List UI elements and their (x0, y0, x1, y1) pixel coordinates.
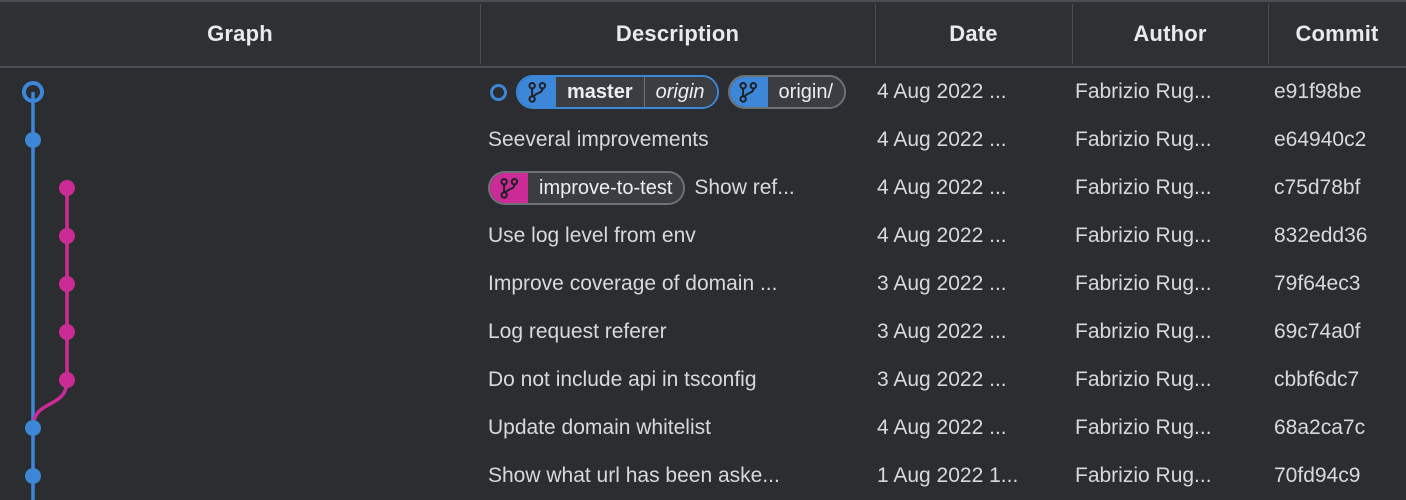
table-header: Graph Description Date Author Commit (0, 0, 1406, 68)
cell-description: Use log level from env (480, 212, 875, 260)
cell-author: Fabrizio Rug... (1075, 416, 1212, 439)
cell-author: Fabrizio Rug... (1075, 272, 1212, 295)
head-indicator-icon (490, 83, 507, 101)
cell-date: 3 Aug 2022 ... (877, 272, 1007, 295)
table-row[interactable]: Do not include api in tsconfig 3 Aug 202… (0, 356, 1406, 404)
cell-author: Fabrizio Rug... (1075, 368, 1212, 391)
ref-badge-improve-to-test-name: improve-to-test (528, 173, 684, 203)
cell-graph (0, 356, 480, 404)
cell-author: Fabrizio Rug... (1075, 176, 1212, 199)
cell-commit: cbbf6dc7 (1274, 368, 1360, 391)
cell-description: Seeveral improvements (480, 116, 875, 164)
commit-description: Do not include api in tsconfig (488, 368, 757, 391)
table-row[interactable]: improve-to-test Show ref... 4 Aug 2022 .… (0, 164, 1406, 212)
cell-graph (0, 212, 480, 260)
cell-description: Log request referer (480, 308, 875, 356)
cell-author: Fabrizio Rug... (1075, 464, 1212, 487)
git-graph-view: Graph Description Date Author Commit mas… (0, 0, 1406, 500)
cell-commit: e64940c2 (1274, 128, 1367, 151)
cell-commit: e91f98be (1274, 80, 1362, 103)
commit-description: Use log level from env (488, 224, 696, 247)
cell-commit: c75d78bf (1274, 176, 1361, 199)
column-header-graph-label: Graph (207, 21, 273, 46)
cell-description: Do not include api in tsconfig (480, 356, 875, 404)
cell-date: 4 Aug 2022 ... (877, 224, 1007, 247)
commit-description: Seeveral improvements (488, 128, 709, 151)
commit-description: Improve coverage of domain ... (488, 272, 778, 295)
cell-date: 3 Aug 2022 ... (877, 368, 1007, 391)
cell-graph (0, 164, 480, 212)
cell-author: Fabrizio Rug... (1075, 128, 1212, 151)
ref-badge-origin-name: origin/ (767, 77, 845, 107)
column-header-commit[interactable]: Commit (1268, 2, 1406, 66)
cell-commit: 70fd94c9 (1274, 464, 1361, 487)
cell-graph (0, 260, 480, 308)
cell-date: 4 Aug 2022 ... (877, 176, 1007, 199)
git-branch-icon (729, 77, 768, 107)
table-row[interactable]: master origin origin/ 4 Aug 2022 ... Fab… (0, 68, 1406, 116)
column-header-commit-label: Commit (1295, 21, 1379, 46)
column-header-date-label: Date (949, 21, 998, 46)
cell-commit: 69c74a0f (1274, 320, 1361, 343)
cell-graph (0, 68, 480, 116)
commit-description: Show what url has been aske... (488, 464, 780, 487)
table-row[interactable]: Update domain whitelist 4 Aug 2022 ... F… (0, 404, 1406, 452)
table-row[interactable]: Log request referer 3 Aug 2022 ... Fabri… (0, 308, 1406, 356)
cell-description: Show what url has been aske... (480, 452, 875, 500)
cell-graph (0, 308, 480, 356)
cell-author: Fabrizio Rug... (1075, 320, 1212, 343)
table-row[interactable]: Seeveral improvements 4 Aug 2022 ... Fab… (0, 116, 1406, 164)
cell-graph (0, 404, 480, 452)
ref-badge-origin[interactable]: origin/ (727, 75, 847, 109)
ref-badge-master-remote: origin (643, 77, 717, 107)
cell-date: 3 Aug 2022 ... (877, 320, 1007, 343)
commit-list[interactable]: master origin origin/ 4 Aug 2022 ... Fab… (0, 68, 1406, 500)
cell-date: 4 Aug 2022 ... (877, 416, 1007, 439)
cell-commit: 832edd36 (1274, 224, 1368, 247)
cell-date: 4 Aug 2022 ... (877, 128, 1007, 151)
column-header-description-label: Description (615, 21, 740, 46)
git-branch-icon (518, 77, 556, 107)
cell-graph (0, 116, 480, 164)
cell-description: Improve coverage of domain ... (480, 260, 875, 308)
cell-date: 4 Aug 2022 ... (877, 80, 1007, 103)
cell-commit: 68a2ca7c (1274, 416, 1366, 439)
commit-description: Log request referer (488, 320, 667, 343)
table-row[interactable]: Use log level from env 4 Aug 2022 ... Fa… (0, 212, 1406, 260)
table-row[interactable]: Show what url has been aske... 1 Aug 202… (0, 452, 1406, 500)
cell-description: Update domain whitelist (480, 404, 875, 452)
cell-commit: 79f64ec3 (1274, 272, 1361, 295)
table-row[interactable]: Improve coverage of domain ... 3 Aug 202… (0, 260, 1406, 308)
cell-author: Fabrizio Rug... (1075, 224, 1212, 247)
commit-description: Show ref... (694, 176, 795, 199)
cell-description: master origin origin/ (480, 68, 875, 116)
ref-badge-master[interactable]: master origin (516, 75, 719, 109)
column-header-author-label: Author (1133, 21, 1207, 46)
cell-graph (0, 452, 480, 500)
column-header-description[interactable]: Description (480, 2, 875, 66)
cell-date: 1 Aug 2022 1... (877, 464, 1019, 487)
commit-description: Update domain whitelist (488, 416, 711, 439)
column-header-date[interactable]: Date (875, 2, 1072, 66)
column-header-graph[interactable]: Graph (0, 2, 480, 66)
cell-author: Fabrizio Rug... (1075, 80, 1212, 103)
column-header-author[interactable]: Author (1072, 2, 1268, 66)
ref-badge-improve-to-test[interactable]: improve-to-test (488, 171, 686, 205)
cell-description: improve-to-test Show ref... (480, 164, 875, 212)
git-branch-icon (490, 173, 528, 203)
ref-badge-master-name: master (556, 77, 644, 107)
